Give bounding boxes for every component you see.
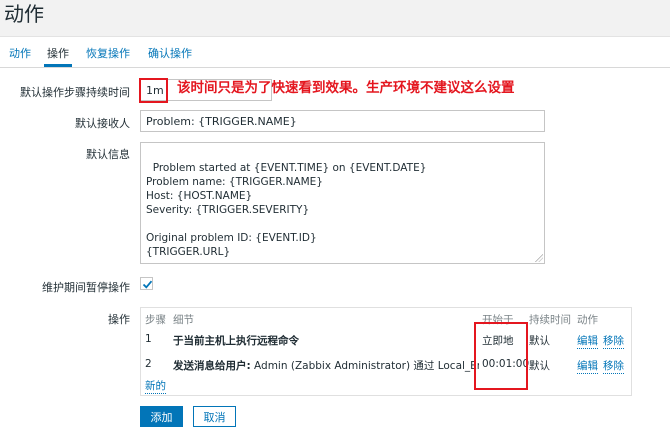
cancel-button[interactable]: 取消 bbox=[193, 406, 236, 427]
row1-duration: 默认 bbox=[529, 335, 550, 347]
pause-checkbox[interactable] bbox=[140, 277, 153, 290]
pause-label: 维护期间暂停操作 bbox=[42, 281, 130, 294]
operations-label: 操作 bbox=[108, 313, 130, 326]
message-label: 默认信息 bbox=[86, 148, 130, 161]
tab-acknowledge-operations[interactable]: 确认操作 bbox=[148, 45, 192, 61]
new-operation-link[interactable]: 新的 bbox=[145, 378, 166, 394]
row1-edit-link[interactable]: 编辑 bbox=[577, 333, 598, 349]
subject-value: Problem: {TRIGGER.NAME} bbox=[146, 114, 297, 128]
title-bar: 动作 bbox=[0, 0, 670, 37]
row2-details-type: 发送消息给用户: bbox=[173, 360, 251, 372]
tab-action[interactable]: 动作 bbox=[9, 45, 31, 61]
operations-table: 步骤 细节 开始于 持续时间 动作 1 于当前主机上执行远程命令 立即地 默认 … bbox=[140, 307, 632, 396]
tab-recovery-operations[interactable]: 恢复操作 bbox=[86, 45, 130, 61]
step-duration-highlight bbox=[139, 78, 168, 103]
active-tab-indicator bbox=[44, 64, 72, 67]
subject-label: 默认接收人 bbox=[75, 117, 130, 130]
check-icon bbox=[142, 280, 153, 289]
message-value: Problem started at {EVENT.TIME} on {EVEN… bbox=[146, 162, 427, 258]
tab-operations[interactable]: 操作 bbox=[47, 45, 69, 61]
page-title: 动作 bbox=[4, 2, 44, 26]
row2-edit-link[interactable]: 编辑 bbox=[577, 358, 598, 374]
add-button[interactable]: 添加 bbox=[140, 406, 183, 427]
col-action: 动作 bbox=[577, 314, 598, 326]
subject-input[interactable]: Problem: {TRIGGER.NAME} bbox=[140, 110, 545, 132]
row1-details: 于当前主机上执行远程命令 bbox=[173, 335, 299, 347]
row2-details-text: Admin (Zabbix Administrator) 通过 Local_Em… bbox=[250, 360, 479, 372]
message-textarea[interactable]: Problem started at {EVENT.TIME} on {EVEN… bbox=[140, 142, 545, 264]
row2-duration: 默认 bbox=[529, 360, 550, 372]
step-duration-label: 默认操作步骤持续时间 bbox=[20, 86, 130, 99]
tab-bar: 动作 操作 恢复操作 确认操作 bbox=[0, 37, 670, 68]
row2-remove-link[interactable]: 移除 bbox=[603, 358, 624, 374]
row1-step: 1 bbox=[145, 333, 152, 345]
start-in-highlight bbox=[474, 322, 528, 390]
resize-handle[interactable] bbox=[535, 254, 543, 262]
col-steps: 步骤 bbox=[145, 314, 166, 326]
row2-step: 2 bbox=[145, 358, 152, 370]
row1-remove-link[interactable]: 移除 bbox=[603, 333, 624, 349]
annotation-note: 该时间只是为了快速看到效果。生产环境不建议这么设置 bbox=[177, 80, 515, 96]
row2-details: 发送消息给用户: Admin (Zabbix Administrator) 通过… bbox=[173, 358, 479, 373]
col-details: 细节 bbox=[173, 314, 194, 326]
col-duration: 持续时间 bbox=[529, 314, 571, 326]
